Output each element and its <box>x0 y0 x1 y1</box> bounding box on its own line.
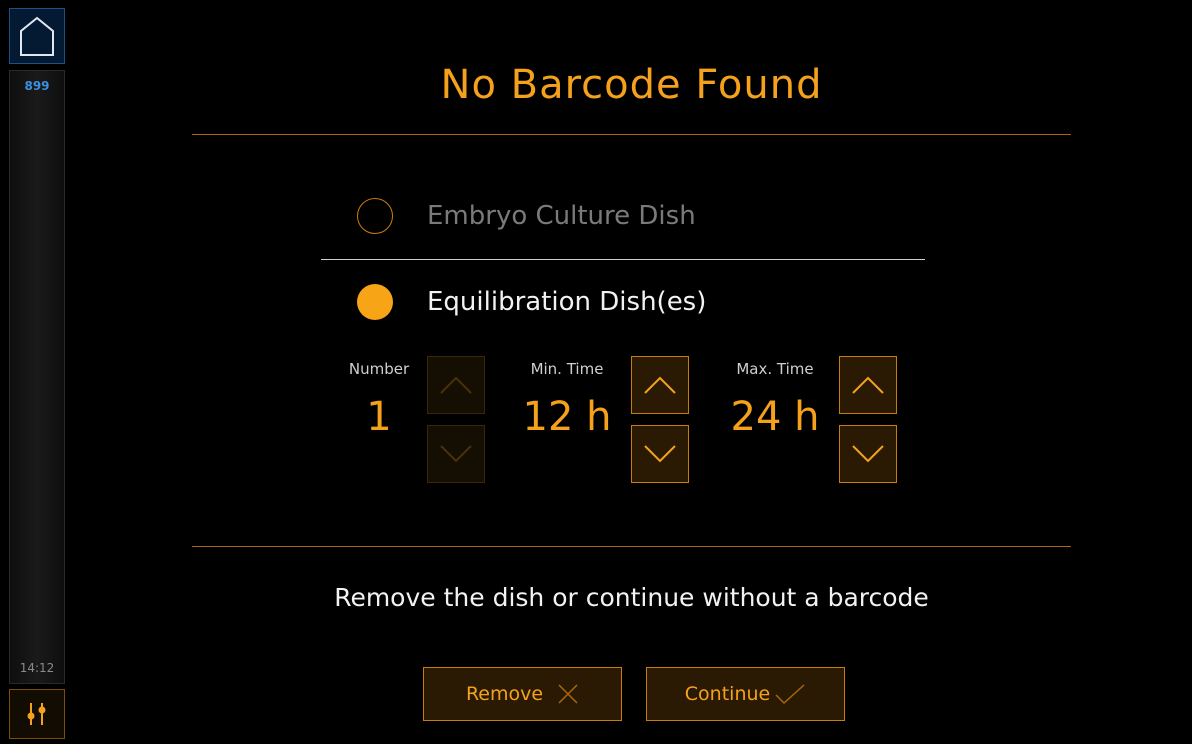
sidebar-panel: 899 14:12 <box>9 70 65 684</box>
home-button[interactable] <box>9 8 65 64</box>
sliders-icon <box>27 703 46 725</box>
option-label: Embryo Culture Dish <box>427 201 696 231</box>
chevron-up-icon <box>644 376 676 394</box>
number-increase-button[interactable] <box>427 356 485 414</box>
number-decrease-button[interactable] <box>427 425 485 483</box>
option-label: Equilibration Dish(es) <box>427 287 707 317</box>
max-time-increase-button[interactable] <box>839 356 897 414</box>
radio-unselected-icon <box>357 198 393 234</box>
continue-button[interactable]: Continue <box>646 667 845 721</box>
min-time-label: Min. Time <box>530 360 604 378</box>
min-time-decrease-button[interactable] <box>631 425 689 483</box>
number-label: Number <box>348 360 410 378</box>
chevron-up-icon <box>852 376 884 394</box>
option-divider <box>321 259 925 260</box>
remove-button[interactable]: Remove <box>423 667 622 721</box>
chevron-down-icon <box>440 445 472 463</box>
dialog-title: No Barcode Found <box>440 62 823 108</box>
continue-button-label: Continue <box>684 683 771 705</box>
home-icon <box>20 16 54 56</box>
chevron-down-icon <box>644 445 676 463</box>
fields-divider <box>192 546 1071 547</box>
min-time-value: 12 h <box>522 394 612 440</box>
max-time-decrease-button[interactable] <box>839 425 897 483</box>
option-embryo-culture-dish[interactable]: Embryo Culture Dish <box>357 198 696 234</box>
chevron-down-icon <box>852 445 884 463</box>
max-time-label: Max. Time <box>736 360 814 378</box>
close-icon <box>557 683 579 705</box>
remove-button-label: Remove <box>465 683 544 705</box>
sidebar-counter: 899 <box>24 79 50 93</box>
max-time-value: 24 h <box>730 394 820 440</box>
number-value: 1 <box>366 394 392 440</box>
title-divider <box>192 134 1071 135</box>
option-equilibration-dish[interactable]: Equilibration Dish(es) <box>357 284 706 320</box>
clock-time: 14:12 <box>19 661 55 675</box>
chevron-up-icon <box>440 376 472 394</box>
settings-button[interactable] <box>9 689 65 739</box>
instruction-message: Remove the dish or continue without a ba… <box>334 583 929 612</box>
radio-selected-icon <box>357 284 393 320</box>
min-time-increase-button[interactable] <box>631 356 689 414</box>
checkmark-icon <box>774 683 806 705</box>
